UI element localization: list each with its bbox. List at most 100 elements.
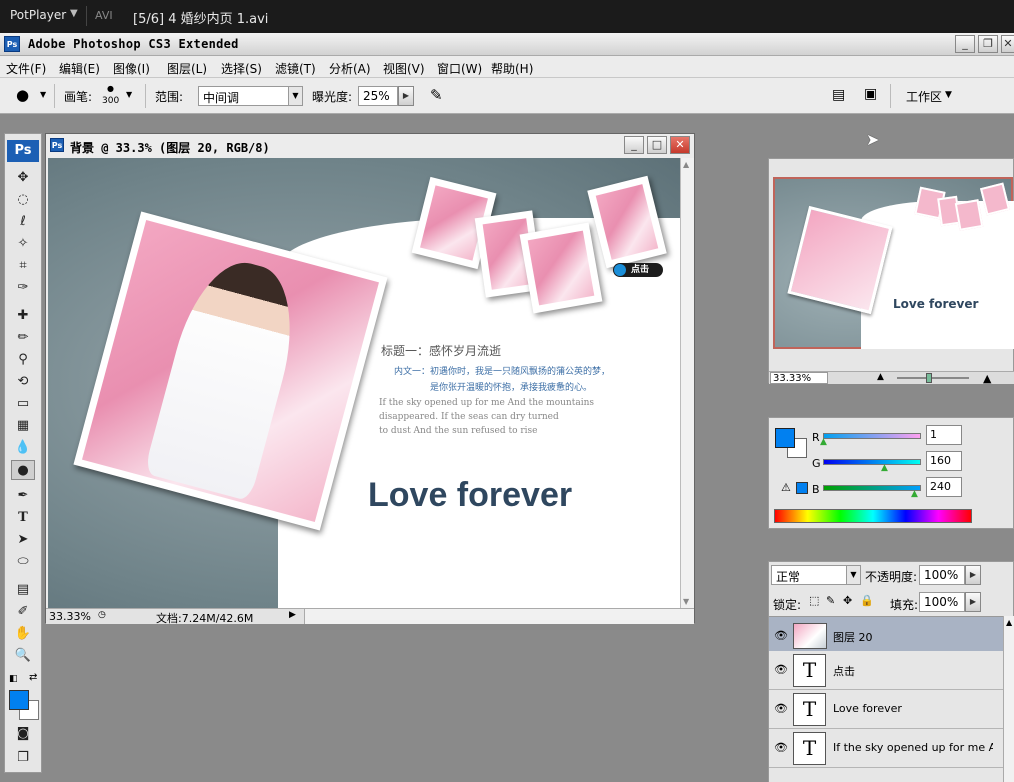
eraser-tool-icon[interactable]: ▭ <box>11 394 35 414</box>
layer-row-text[interactable]: 👁 T 点击 <box>769 651 1003 690</box>
b-input[interactable]: 240 <box>926 477 962 497</box>
healing-brush-tool-icon[interactable]: ✚ <box>11 306 35 326</box>
zoom-in-icon[interactable]: ▲ <box>983 372 991 385</box>
range-select[interactable]: 中间调 ▼ <box>198 86 303 106</box>
navigator-zoom-slider[interactable] <box>897 377 969 379</box>
menu-help[interactable]: 帮助(H) <box>491 60 533 77</box>
eyedropper-tool-icon[interactable]: ✐ <box>11 602 35 622</box>
hand-tool-icon[interactable]: ✋ <box>11 624 35 644</box>
dodge-tool-icon[interactable]: ● <box>16 86 29 104</box>
document-vertical-scrollbar[interactable]: ▲ ▼ <box>680 158 694 608</box>
navigator-zoom[interactable]: 33.33% <box>770 372 828 384</box>
doc-close-button[interactable]: ✕ <box>670 136 690 154</box>
layer-row-partial[interactable] <box>769 768 1003 782</box>
scroll-down-icon[interactable]: ▼ <box>683 597 689 606</box>
menu-select[interactable]: 选择(S) <box>221 60 262 77</box>
lock-position-icon[interactable]: ✥ <box>843 594 852 607</box>
gamut-color-swatch[interactable] <box>796 482 808 494</box>
lock-all-icon[interactable]: 🔒 <box>860 594 874 607</box>
status-menu-arrow-icon[interactable]: ▶ <box>289 610 296 620</box>
opacity-input[interactable]: 100% <box>919 565 965 585</box>
fill-input[interactable]: 100% <box>919 592 965 612</box>
exposure-slider-button[interactable]: ▶ <box>398 86 414 106</box>
doc-minimize-button[interactable]: _ <box>624 136 644 154</box>
chevron-down-icon[interactable]: ▼ <box>846 566 860 584</box>
layer-row-text[interactable]: 👁 T Love forever <box>769 690 1003 729</box>
gradient-tool-icon[interactable]: ▦ <box>11 416 35 436</box>
airbrush-icon[interactable]: ✎ <box>430 86 443 104</box>
scroll-up-icon[interactable]: ▲ <box>1006 618 1012 627</box>
close-button[interactable]: ✕ <box>1001 35 1014 53</box>
lock-transparency-icon[interactable]: ⬚ <box>809 594 819 607</box>
foreground-color-swatch[interactable] <box>775 428 795 448</box>
brush-tool-icon[interactable]: ✏ <box>11 328 35 348</box>
zoom-slider-thumb[interactable] <box>926 373 932 383</box>
default-colors-icon[interactable]: ◧ <box>9 674 18 684</box>
chevron-down-icon[interactable]: ▼ <box>70 8 78 19</box>
r-input[interactable]: 1 <box>926 425 962 445</box>
slice-tool-icon[interactable]: ✑ <box>11 278 35 298</box>
gamut-warning-icon[interactable]: ⚠ <box>781 481 791 494</box>
foreground-color-swatch[interactable] <box>9 690 29 710</box>
minimize-button[interactable]: _ <box>955 35 975 53</box>
pen-tool-icon[interactable]: ✒ <box>11 486 35 506</box>
bridge-icon[interactable]: ▣ <box>864 86 877 102</box>
chevron-down-icon[interactable]: ▼ <box>945 90 952 100</box>
exposure-input[interactable]: 25% <box>358 86 398 106</box>
zoom-out-icon[interactable]: ▲ <box>877 372 884 382</box>
magic-wand-tool-icon[interactable]: ✧ <box>11 234 35 254</box>
lock-pixels-icon[interactable]: ✎ <box>826 594 835 607</box>
blur-tool-icon[interactable]: 💧 <box>11 438 35 458</box>
menu-window[interactable]: 窗口(W) <box>437 60 482 77</box>
move-tool-icon[interactable]: ✥ <box>11 168 35 188</box>
g-slider-thumb-icon[interactable]: ▲ <box>881 463 888 473</box>
chevron-down-icon[interactable]: ▼ <box>288 87 302 105</box>
chevron-down-icon[interactable]: ▼ <box>40 90 46 99</box>
blend-mode-select[interactable]: 正常 ▼ <box>771 565 861 585</box>
layer-row-text[interactable]: 👁 T If the sky opened up for me A... <box>769 729 1003 768</box>
screen-mode-icon[interactable]: ❐ <box>11 748 35 768</box>
layers-scrollbar[interactable]: ▲ <box>1003 616 1014 782</box>
history-brush-tool-icon[interactable]: ⟲ <box>11 372 35 392</box>
type-tool-icon[interactable]: T <box>11 508 35 528</box>
navigator-preview[interactable]: Love forever <box>773 177 1014 349</box>
brush-dot-icon[interactable]: ● <box>107 84 114 93</box>
dodge-tool-icon[interactable]: ● <box>11 460 35 480</box>
b-slider[interactable] <box>823 485 921 491</box>
g-slider[interactable] <box>823 459 921 465</box>
crop-tool-icon[interactable]: ⌗ <box>11 256 35 276</box>
shape-tool-icon[interactable]: ⬭ <box>11 552 35 572</box>
palette-well-icon[interactable]: ▤ <box>832 87 845 103</box>
canvas[interactable]: 点击 标题一：感怀岁月流逝 内文一：初遇你时，我是一只随风飘扬的蒲公英的梦， 是… <box>48 158 680 608</box>
clone-stamp-tool-icon[interactable]: ⚲ <box>11 350 35 370</box>
menu-layer[interactable]: 图层(L) <box>167 60 207 77</box>
quick-mask-icon[interactable]: ◙ <box>11 724 35 744</box>
menu-edit[interactable]: 编辑(E) <box>59 60 100 77</box>
workspace-button[interactable]: 工作区 <box>906 88 942 105</box>
lasso-tool-icon[interactable]: ℓ <box>11 212 35 232</box>
visibility-eye-icon[interactable]: 👁 <box>774 629 788 642</box>
doc-maximize-button[interactable]: □ <box>647 136 667 154</box>
player-brand[interactable]: PotPlayer <box>10 8 66 22</box>
visibility-eye-icon[interactable]: 👁 <box>774 702 788 715</box>
g-input[interactable]: 160 <box>926 451 962 471</box>
zoom-level[interactable]: 33.33% <box>49 610 91 623</box>
zoom-tool-icon[interactable]: 🔍 <box>11 646 35 666</box>
opacity-slider-button[interactable]: ▶ <box>965 565 981 585</box>
visibility-eye-icon[interactable]: 👁 <box>774 741 788 754</box>
restore-button[interactable]: ❐ <box>978 35 998 53</box>
r-slider[interactable] <box>823 433 921 439</box>
r-slider-thumb-icon[interactable]: ▲ <box>820 437 827 447</box>
color-ramp[interactable] <box>774 509 972 523</box>
notes-tool-icon[interactable]: ▤ <box>11 580 35 600</box>
menu-file[interactable]: 文件(F) <box>6 60 46 77</box>
menu-filter[interactable]: 滤镜(T) <box>275 60 316 77</box>
marquee-tool-icon[interactable]: ◌ <box>11 190 35 210</box>
visibility-eye-icon[interactable]: 👁 <box>774 663 788 676</box>
status-icon[interactable]: ◷ <box>98 610 106 620</box>
swap-colors-icon[interactable]: ⇄ <box>29 672 37 683</box>
b-slider-thumb-icon[interactable]: ▲ <box>911 489 918 499</box>
path-selection-tool-icon[interactable]: ➤ <box>11 530 35 550</box>
menu-image[interactable]: 图像(I) <box>113 60 150 77</box>
menu-analysis[interactable]: 分析(A) <box>329 60 371 77</box>
